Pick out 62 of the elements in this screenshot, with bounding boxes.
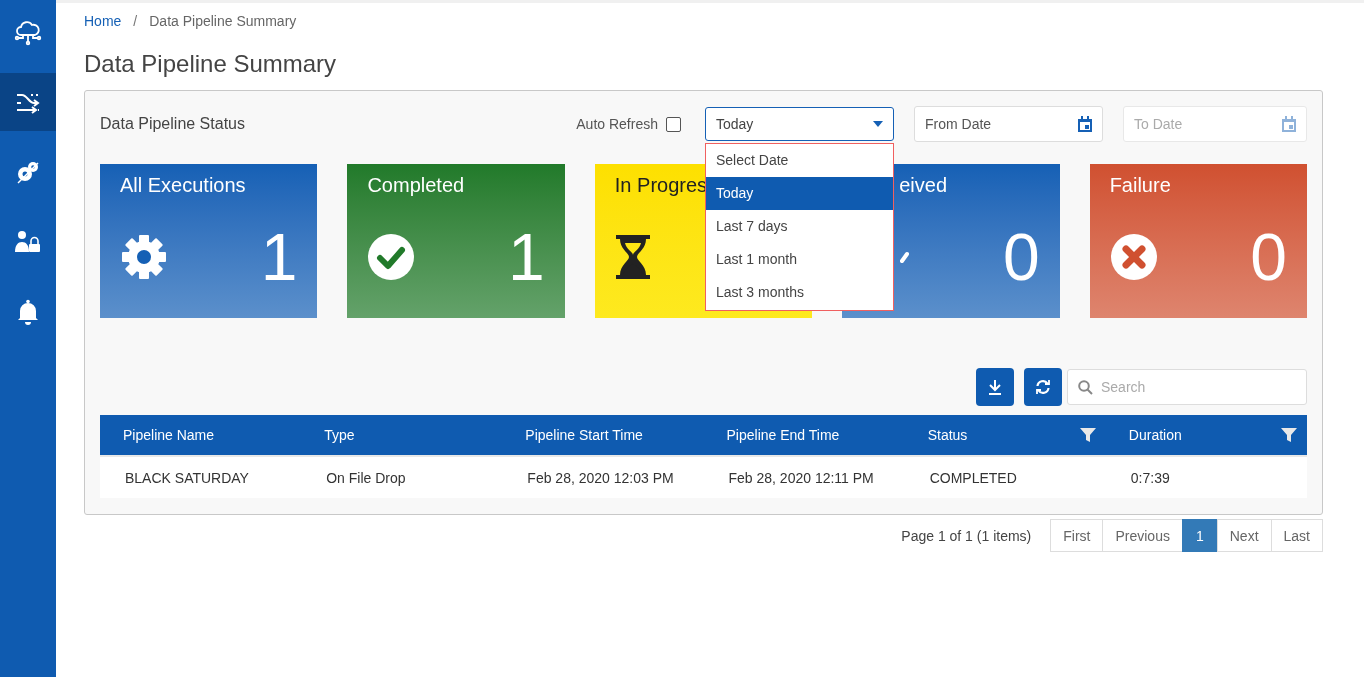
column-header: Duration bbox=[1128, 427, 1182, 443]
table-cell-text: Feb 28, 2020 12:03 PM bbox=[526, 469, 675, 486]
from-date-field[interactable]: From Date bbox=[914, 106, 1103, 142]
pagination-button[interactable]: 1 bbox=[1181, 519, 1218, 552]
filter-icon[interactable] bbox=[1281, 427, 1297, 443]
breadcrumb-current: Data Pipeline Summary bbox=[149, 13, 297, 29]
dropdown-option[interactable]: Today bbox=[706, 177, 893, 210]
breadcrumb-separator: / bbox=[133, 13, 138, 29]
card-title: Completed bbox=[367, 174, 465, 197]
caret-icon bbox=[873, 121, 883, 127]
column-header: Type bbox=[324, 427, 355, 443]
calendar-icon bbox=[1282, 116, 1296, 132]
sidebar-item[interactable] bbox=[0, 73, 56, 131]
download-icon bbox=[988, 379, 1002, 395]
calendar-icon bbox=[1078, 116, 1092, 132]
card-count: 0 bbox=[1002, 222, 1040, 292]
table-cell-text: BLACK SATURDAY bbox=[124, 469, 250, 486]
column-header: Pipeline Name bbox=[123, 427, 215, 443]
dropdown-option[interactable]: Last 7 days bbox=[706, 210, 893, 243]
card-count: 0 bbox=[1250, 222, 1288, 292]
card-title: Failure bbox=[1109, 174, 1171, 197]
table-cell-text: COMPLETED bbox=[928, 469, 1018, 486]
pagination-button[interactable]: First bbox=[1050, 519, 1104, 552]
gear-icon bbox=[120, 233, 168, 281]
dropdown-option[interactable]: Last 1 month bbox=[706, 243, 893, 276]
auto-refresh-label: Auto Refresh bbox=[576, 116, 658, 132]
check-mark-icon bbox=[900, 251, 910, 263]
card-title: All Executions bbox=[120, 174, 246, 197]
date-range-select[interactable]: Today bbox=[705, 107, 894, 141]
page-summary: Page 1 of 1 (1 items) bbox=[901, 527, 1032, 544]
from-date-input[interactable]: From Date bbox=[925, 116, 1078, 132]
table-cell-text: 0:7:39 bbox=[1129, 469, 1171, 486]
auto-refresh-checkbox[interactable] bbox=[666, 116, 681, 132]
search-field[interactable]: Search bbox=[1067, 369, 1307, 405]
card-title: eived bbox=[899, 174, 948, 197]
refresh-button[interactable] bbox=[1024, 368, 1062, 406]
card-title: In Progres bbox=[614, 174, 708, 197]
column-header: Pipeline End Time bbox=[726, 427, 840, 443]
dropdown-option[interactable]: Select Date bbox=[706, 144, 893, 177]
dropdown-option[interactable]: Last 3 months bbox=[706, 276, 893, 309]
column-header: Status bbox=[927, 427, 968, 443]
panel-title: Data Pipeline Status bbox=[100, 115, 245, 133]
check-circle-icon bbox=[367, 233, 416, 281]
page-title: Data Pipeline Summary bbox=[84, 50, 338, 78]
pagination-button[interactable]: Next bbox=[1216, 519, 1272, 552]
table-cell-text: On File Drop bbox=[325, 469, 407, 486]
breadcrumb-link[interactable]: Home bbox=[84, 13, 122, 29]
filter-icon[interactable] bbox=[1079, 427, 1096, 443]
refresh-icon bbox=[1035, 379, 1051, 395]
search-icon bbox=[1078, 379, 1093, 395]
pagination-button[interactable]: Last bbox=[1270, 519, 1323, 552]
card-count: 1 bbox=[260, 222, 298, 292]
hourglass-icon bbox=[614, 235, 651, 279]
card-count: 1 bbox=[508, 222, 545, 292]
column-header: Pipeline Start Time bbox=[525, 427, 643, 443]
close-circle-icon bbox=[1109, 233, 1158, 281]
bell-icon bbox=[17, 299, 39, 325]
cloud-network-icon bbox=[14, 18, 42, 46]
table-cell-text: Feb 28, 2020 12:11 PM bbox=[727, 469, 875, 486]
download-button[interactable] bbox=[976, 368, 1014, 406]
user-lock-icon bbox=[14, 230, 42, 254]
pagination-button[interactable]: Previous bbox=[1102, 519, 1183, 552]
